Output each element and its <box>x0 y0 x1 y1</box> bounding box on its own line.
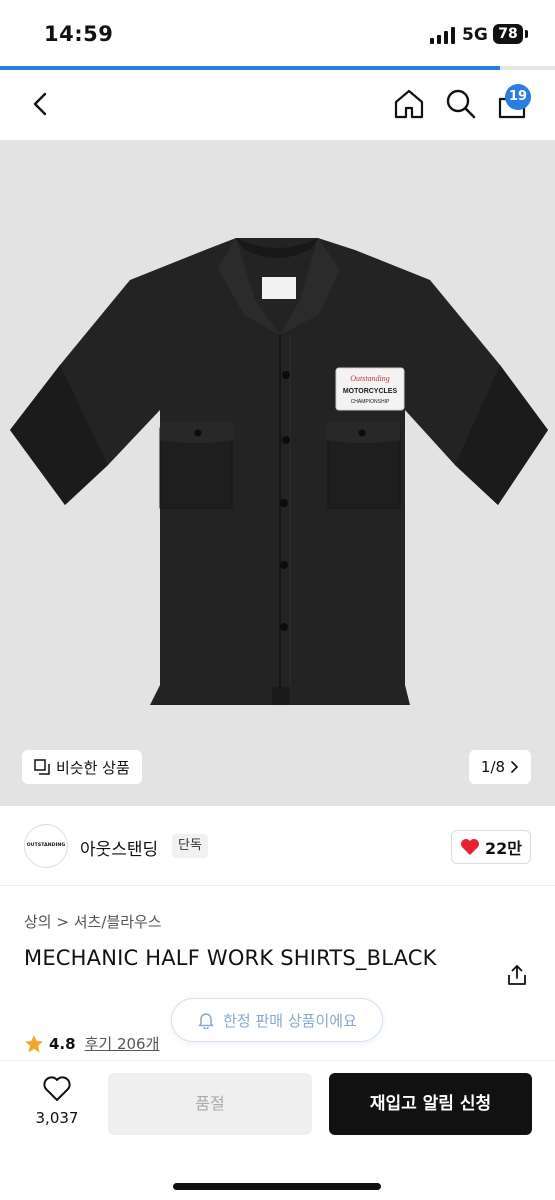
network-type: 5G <box>462 25 488 45</box>
signal-icon <box>430 27 455 44</box>
brand-name-link[interactable]: 아웃스탠딩 <box>80 835 158 860</box>
status-bar: 14:59 5G 78 <box>0 0 555 66</box>
exclusive-tag: 단독 <box>172 834 208 858</box>
product-title: MECHANIC HALF WORK SHIRTS_BLACK <box>24 946 437 970</box>
share-icon[interactable] <box>505 963 529 987</box>
image-counter: 1/8 <box>480 758 506 776</box>
chevron-right-icon <box>511 761 519 773</box>
top-nav <box>0 70 555 140</box>
battery-icon: 78 <box>493 24 523 44</box>
wishlist-count: 3,037 <box>35 1109 79 1127</box>
breadcrumb-shirts[interactable]: 셔츠/블라우스 <box>74 913 162 931</box>
search-icon[interactable] <box>444 87 478 121</box>
star-icon <box>25 1034 43 1052</box>
product-shirt-image: Outstanding MOTORCYCLES CHAMPIONSHIP <box>10 238 548 705</box>
rating-score: 4.8 <box>49 1034 76 1053</box>
brand-like-button[interactable]: 22만 <box>451 830 531 864</box>
battery-tip <box>525 30 528 38</box>
similar-products-button[interactable]: 비슷한 상품 <box>22 750 142 784</box>
brand-row: OUTSTANDING 아웃스탠딩 단독 22만 <box>0 806 555 886</box>
patch-text-1: Outstanding <box>350 374 390 383</box>
similar-icon <box>34 759 50 775</box>
image-counter-button[interactable]: 1/8 <box>469 750 531 784</box>
brand-logo[interactable]: OUTSTANDING <box>24 824 68 868</box>
patch-text-3: CHAMPIONSHIP <box>351 399 390 405</box>
breadcrumb-top[interactable]: 상의 <box>24 913 52 931</box>
product-image-gallery[interactable]: Outstanding MOTORCYCLES CHAMPIONSHIP 비슷한… <box>0 140 555 806</box>
home-icon[interactable] <box>392 87 426 121</box>
cart-count-badge: 19 <box>505 84 531 110</box>
rating-row: 4.8 후기 206개 <box>24 1033 159 1054</box>
heart-outline-icon <box>43 1076 71 1101</box>
limited-sale-notice: 한정 판매 상품이에요 <box>171 998 383 1042</box>
home-indicator <box>173 1183 381 1190</box>
bottom-action-bar: 3,037 품절 재입고 알림 신청 <box>0 1060 555 1200</box>
breadcrumb: 상의 > 셔츠/블라우스 <box>24 911 162 932</box>
status-time: 14:59 <box>44 22 114 46</box>
bell-icon <box>198 1013 214 1029</box>
patch-text-2: MOTORCYCLES <box>343 388 398 395</box>
similar-products-label: 비슷한 상품 <box>56 758 130 777</box>
heart-filled-icon <box>461 839 479 855</box>
wishlist-button[interactable]: 3,037 <box>24 1075 90 1127</box>
sold-out-button: 품절 <box>108 1073 312 1135</box>
limited-sale-text: 한정 판매 상품이에요 <box>223 1011 357 1030</box>
brand-logo-text: OUTSTANDING <box>26 843 66 848</box>
restock-alert-button[interactable]: 재입고 알림 신청 <box>329 1073 532 1135</box>
back-arrow-icon[interactable] <box>24 87 58 121</box>
brand-like-count: 22만 <box>485 839 522 858</box>
breadcrumb-separator: > <box>56 913 74 931</box>
reviews-link[interactable]: 후기 206개 <box>85 1033 160 1054</box>
